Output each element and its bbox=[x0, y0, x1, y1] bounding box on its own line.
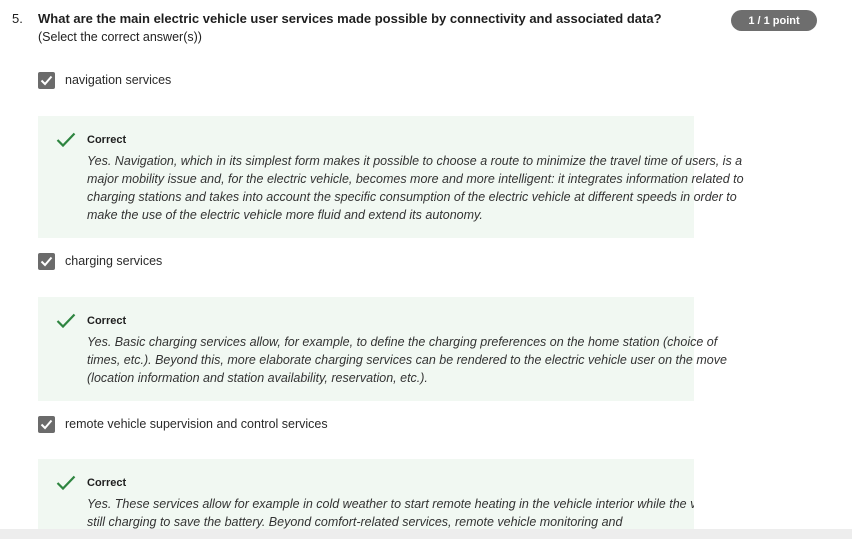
feedback-explanation: Yes. Navigation, which in its simplest f… bbox=[87, 154, 744, 222]
option-label: remote vehicle supervision and control s… bbox=[65, 417, 328, 431]
feedback-status: Correct bbox=[87, 134, 127, 146]
checkbox-charging-services[interactable] bbox=[38, 252, 55, 270]
correct-check-icon bbox=[56, 132, 76, 148]
correct-check-icon bbox=[56, 475, 76, 491]
question-number: 5. bbox=[12, 11, 23, 26]
option-label: charging services bbox=[65, 254, 163, 268]
feedback-explanation: Yes. Basic charging services allow, for … bbox=[87, 335, 727, 385]
option-charging-services[interactable]: charging services bbox=[38, 252, 162, 270]
feedback-status: Correct bbox=[87, 315, 127, 327]
correct-check-icon bbox=[56, 313, 76, 329]
feedback-remote-vehicle-services: Correct Yes. These services allow for ex… bbox=[38, 459, 694, 529]
option-navigation-services[interactable]: navigation services bbox=[38, 71, 171, 89]
quiz-page: 5. What are the main electric vehicle us… bbox=[0, 0, 852, 539]
feedback-navigation-services: Correct Yes. Navigation, which in its si… bbox=[38, 116, 744, 238]
checkmark-icon bbox=[40, 256, 53, 266]
feedback-explanation: Yes. These services allow for example in… bbox=[87, 497, 694, 529]
question-title: What are the main electric vehicle user … bbox=[38, 11, 662, 26]
checkbox-navigation-services[interactable] bbox=[38, 71, 55, 89]
feedback-charging-services: Correct Yes. Basic charging services all… bbox=[38, 297, 727, 401]
question-instructions: (Select the correct answer(s)) bbox=[38, 30, 202, 44]
checkbox-remote-vehicle-services[interactable] bbox=[38, 415, 55, 433]
checkmark-icon bbox=[40, 75, 53, 85]
bottom-bar bbox=[0, 529, 852, 539]
points-badge: 1 / 1 point bbox=[731, 10, 817, 31]
checkmark-icon bbox=[40, 419, 53, 429]
feedback-status: Correct bbox=[87, 477, 127, 489]
option-label: navigation services bbox=[65, 73, 172, 87]
option-remote-vehicle-services[interactable]: remote vehicle supervision and control s… bbox=[38, 415, 328, 433]
